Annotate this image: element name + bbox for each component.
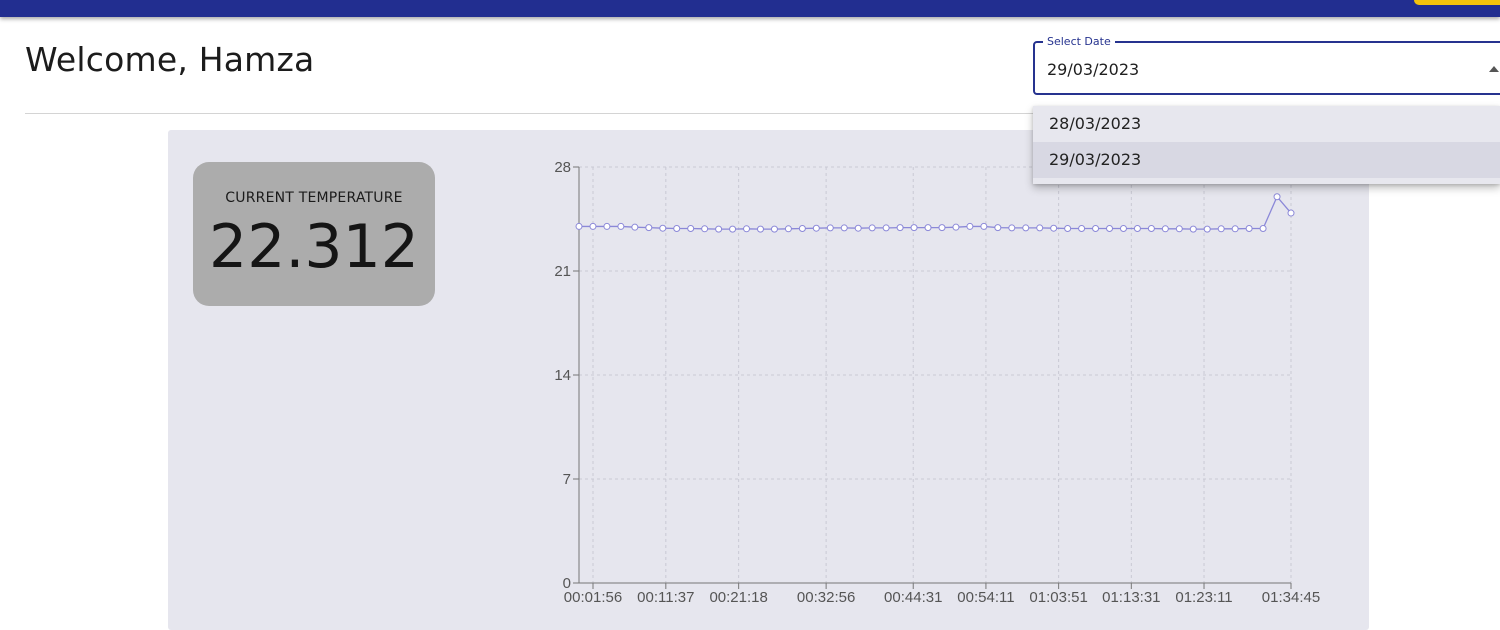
data-point (687, 225, 695, 233)
data-point (1050, 224, 1058, 232)
data-point (1203, 225, 1211, 233)
data-point (1036, 224, 1044, 232)
data-point (896, 224, 904, 232)
x-tick-label: 00:11:37 (637, 589, 694, 606)
data-point (910, 224, 918, 232)
data-point (1259, 225, 1267, 233)
data-point (603, 222, 611, 230)
data-point (770, 225, 778, 233)
data-point (1008, 224, 1016, 232)
data-point (756, 225, 764, 233)
x-tick-label: 00:21:18 (709, 589, 767, 606)
x-tick-label: 00:54:11 (957, 589, 1014, 606)
date-option-1[interactable]: 28/03/2023 (1033, 106, 1500, 142)
data-point (1119, 225, 1127, 233)
data-point (1273, 193, 1281, 201)
data-point (1245, 225, 1253, 233)
data-point (1161, 225, 1169, 233)
data-point (1189, 225, 1197, 233)
y-tick-label: 21 (554, 263, 571, 280)
x-tick-label: 00:01:56 (564, 589, 622, 606)
data-point (868, 224, 876, 232)
x-tick-label: 00:44:31 (884, 589, 942, 606)
data-point (617, 222, 625, 230)
data-point (980, 222, 988, 230)
data-point (659, 224, 667, 232)
y-tick-label: 14 (554, 367, 571, 384)
data-point (924, 224, 932, 232)
data-point (840, 224, 848, 232)
data-point (743, 225, 751, 233)
data-point (1064, 225, 1072, 233)
data-point (1231, 225, 1239, 233)
x-tick-label: 01:13:31 (1102, 589, 1160, 606)
data-point (1147, 225, 1155, 233)
temperature-series-line (579, 195, 1292, 230)
data-point (1287, 209, 1295, 217)
data-point (645, 224, 653, 232)
data-point (1022, 224, 1030, 232)
data-point (966, 222, 974, 230)
x-tick-label: 00:32:56 (797, 589, 855, 606)
data-point (882, 224, 890, 232)
data-point (784, 225, 792, 233)
date-dropdown-menu: 28/03/2023 29/03/2023 (1033, 106, 1500, 184)
x-tick-label: 01:23:11 (1175, 589, 1232, 606)
data-point (715, 225, 723, 233)
data-point (798, 225, 806, 233)
data-point (826, 224, 834, 232)
data-point (812, 224, 820, 232)
data-point (994, 224, 1002, 232)
data-point (589, 222, 597, 230)
x-tick-label: 01:03:51 (1029, 589, 1087, 606)
date-option-2[interactable]: 29/03/2023 (1033, 142, 1500, 178)
data-point (631, 223, 639, 231)
data-point (1078, 225, 1086, 233)
data-point (1092, 225, 1100, 233)
data-point (854, 224, 862, 232)
data-point (1175, 225, 1183, 233)
data-point (952, 223, 960, 231)
data-point (701, 225, 709, 233)
data-point (673, 225, 681, 233)
data-point (1217, 225, 1225, 233)
data-point (575, 222, 583, 230)
y-tick-label: 28 (554, 159, 571, 176)
temperature-line-chart: 0714212800:01:56 00:11:37 00:21:18 00:32:56… (554, 159, 1320, 606)
data-point (729, 225, 737, 233)
y-tick-label: 7 (563, 471, 571, 488)
data-point (1133, 225, 1141, 233)
data-point (1106, 225, 1114, 233)
data-point (938, 224, 946, 232)
x-tick-label: 01:34:45 (1262, 589, 1320, 606)
